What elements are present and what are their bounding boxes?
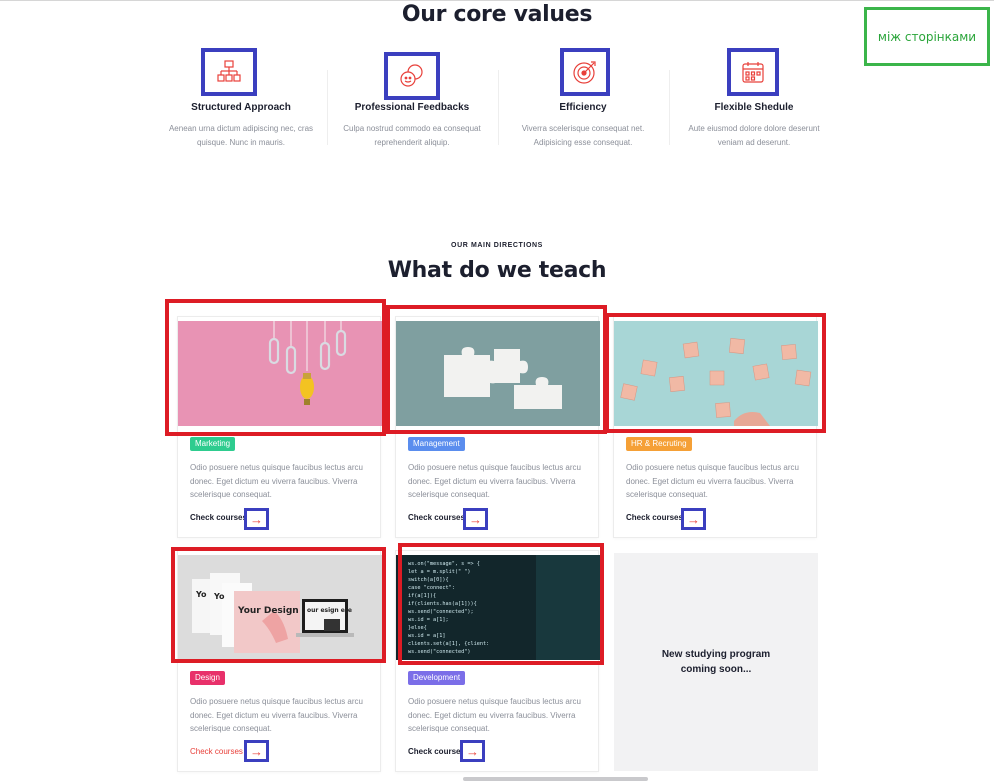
code-line: if(clients.has(a[1])){ [408, 601, 477, 607]
svg-text:Yo: Yo [195, 590, 207, 599]
category-tag: HR & Recruting [626, 437, 692, 451]
course-card-development[interactable]: ws.on("message", s => { let a = m.split(… [395, 550, 600, 772]
course-card-hr-recruiting[interactable]: HR & Recruting Odio posuere netus quisqu… [613, 316, 818, 538]
card-description: Odio posuere netus quisque faucibus lect… [408, 463, 581, 499]
annotation-label: між сторінками [877, 29, 977, 44]
value-title: Structured Approach [191, 102, 291, 113]
card-description: Odio posuere netus quisque faucibus lect… [626, 463, 799, 499]
value-title: Professional Feedbacks [354, 102, 470, 113]
value-text: Aenean urna dictum adipiscing nec, cras … [168, 124, 314, 147]
code-line: ws.id = a[1] [408, 633, 445, 639]
people-blocks-image [614, 321, 818, 426]
value-text: Aute eiusmod dolore dolore deserunt veni… [688, 124, 820, 147]
code-line: clients.set(a[1], {client: [408, 641, 489, 647]
check-courses-link[interactable]: Check courses [190, 513, 247, 522]
code-line: switch(a[0]){ [408, 577, 449, 583]
what-do-we-teach-title: What do we teach [387, 258, 607, 283]
category-tag: Marketing [190, 437, 236, 451]
arrow-right-icon[interactable]: → [460, 740, 485, 762]
top-divider [0, 0, 994, 1]
target-icon [560, 48, 610, 96]
check-courses-link[interactable]: Check courses [626, 513, 683, 522]
value-title: Flexible Shedule [714, 102, 794, 113]
card-description: Odio posuere netus quisque faucibus lect… [408, 697, 581, 733]
core-values-title: Our core values [401, 2, 593, 27]
coming-soon-text: New studying program coming soon... [661, 649, 771, 675]
svg-text:Yo: Yo [213, 592, 225, 601]
course-card-management[interactable]: Management Odio posuere netus quisque fa… [395, 316, 600, 538]
check-courses-link[interactable]: Check courses [408, 747, 465, 756]
category-tag: Design [190, 671, 225, 685]
design-mockup-image: Yo Yo Your Design Here our esign ere [178, 555, 382, 660]
check-courses-link[interactable]: Check courses [190, 747, 243, 756]
arrow-right-icon[interactable]: → [244, 740, 269, 762]
value-text: Viverra scelerisque consequat net. Adipi… [521, 124, 645, 147]
value-title: Efficiency [559, 102, 607, 113]
calendar-icon [727, 48, 779, 96]
code-line: }else{ [408, 625, 427, 631]
card-description: Odio posuere netus quisque faucibus lect… [190, 697, 363, 733]
course-card-design[interactable]: Yo Yo Your Design Here our esign ere Des… [177, 550, 382, 772]
structure-icon [201, 48, 257, 96]
section-eyebrow: OUR MAIN DIRECTIONS [451, 242, 543, 249]
code-line: ws.on("message", s => { [408, 561, 480, 567]
category-tag: Management [408, 437, 465, 451]
mockup-text-laptop: our esign ere [307, 607, 352, 614]
annotation-between-pages: між сторінками [864, 7, 990, 66]
chat-bubbles-icon [384, 52, 440, 100]
category-tag: Development [408, 671, 466, 685]
code-line: if(a[1]){ [408, 593, 436, 599]
coming-soon-tile: New studying program coming soon... [614, 553, 818, 771]
lightbulb-paperclips-image [178, 321, 382, 426]
code-line: ws.send("connected"); [408, 609, 474, 615]
code-screen-image: ws.on("message", s => { let a = m.split(… [396, 555, 600, 660]
card-description: Odio posuere netus quisque faucibus lect… [190, 463, 363, 499]
arrow-right-icon[interactable]: → [463, 508, 488, 530]
value-text: Culpa nostrud commodo ea consequat repre… [343, 124, 481, 147]
arrow-right-icon[interactable]: → [244, 508, 269, 530]
code-line: ws.id = a[1]; [408, 617, 449, 623]
code-line: let a = m.split(" ") [408, 569, 470, 575]
puzzle-pieces-image [396, 321, 600, 426]
arrow-right-icon[interactable]: → [681, 508, 706, 530]
course-card-marketing[interactable]: Marketing Odio posuere netus quisque fau… [177, 316, 382, 538]
check-courses-link[interactable]: Check courses [408, 513, 465, 522]
horizontal-scrollbar[interactable] [463, 777, 648, 781]
code-line: case "connect": [408, 585, 455, 591]
code-line: ws.send("connected") [408, 649, 470, 655]
